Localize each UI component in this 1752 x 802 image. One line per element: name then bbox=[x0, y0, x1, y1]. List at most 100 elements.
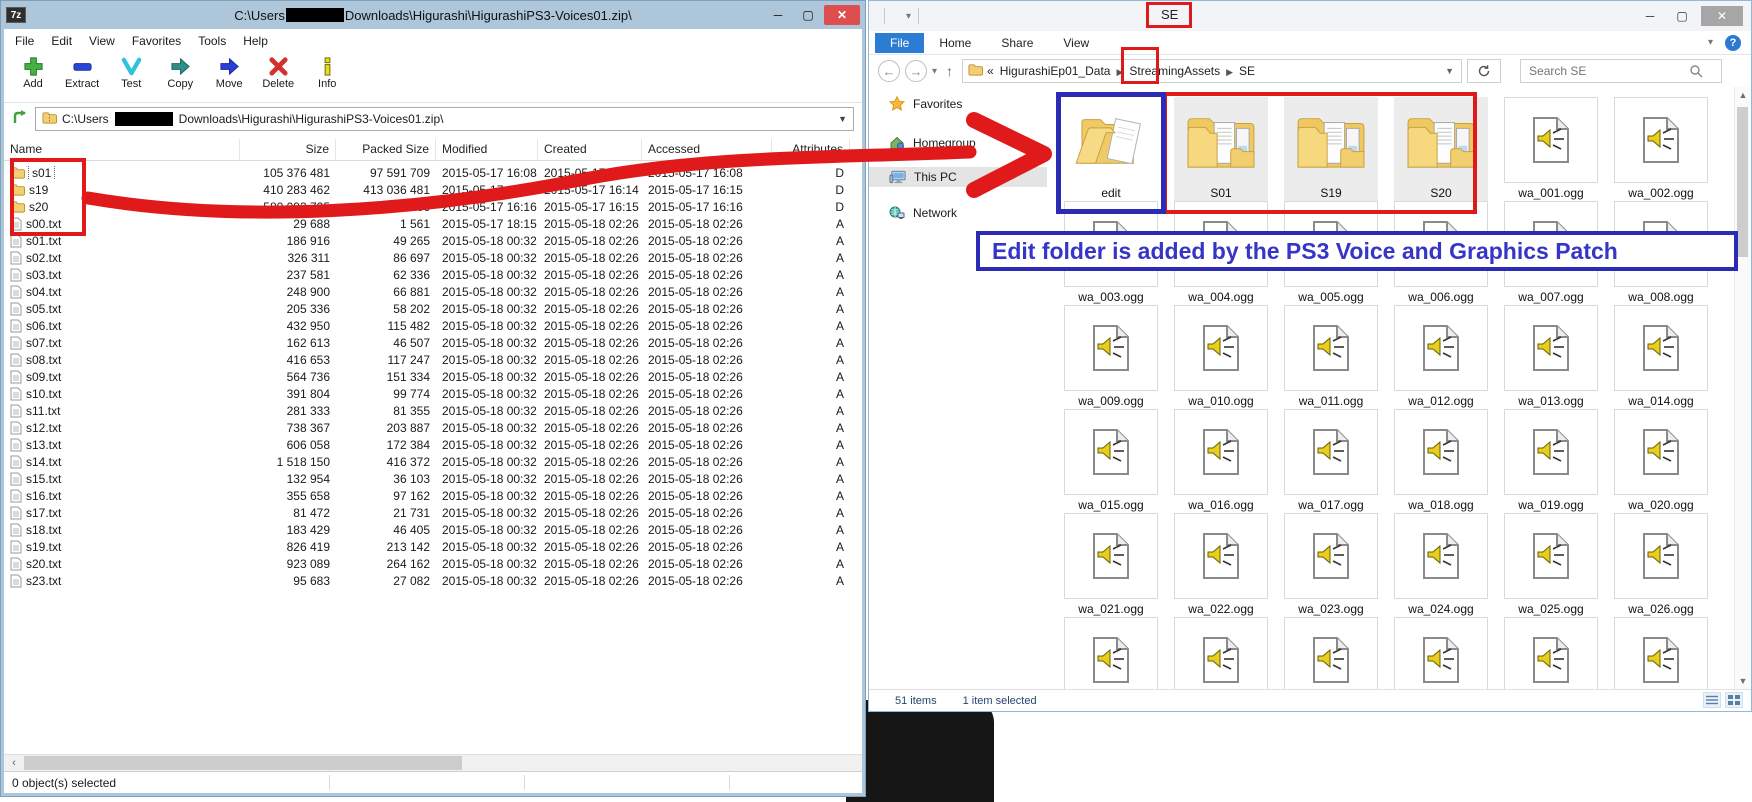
chevron-down-icon[interactable]: ▾ bbox=[906, 11, 911, 22]
help-icon[interactable]: ? bbox=[1725, 35, 1741, 51]
file-tile-wa_009-ogg[interactable]: wa_009.ogg bbox=[1064, 305, 1158, 409]
maximize-button[interactable]: ▢ bbox=[794, 5, 822, 25]
table-row[interactable]: s02.txt326 31186 6972015-05-18 00:322015… bbox=[4, 249, 862, 266]
table-row[interactable]: s20580 093 725543 383 9662015-05-17 16:1… bbox=[4, 198, 862, 215]
ribbon-expand-chevron-icon[interactable]: ▾ bbox=[1708, 37, 1713, 48]
search-box[interactable] bbox=[1520, 59, 1722, 83]
file-tile-wa_014-ogg[interactable]: wa_014.ogg bbox=[1614, 305, 1708, 409]
column-header-accessed[interactable]: Accessed bbox=[642, 139, 772, 160]
file-tile-partial[interactable] bbox=[1504, 617, 1598, 691]
file-tile-wa_013-ogg[interactable]: wa_013.ogg bbox=[1504, 305, 1598, 409]
file-tile-wa_004-ogg[interactable]: wa_004.ogg bbox=[1174, 201, 1268, 305]
file-tile-partial[interactable] bbox=[1284, 617, 1378, 691]
up-button[interactable]: ↑ bbox=[942, 63, 957, 79]
breadcrumb-item-streamingassets[interactable]: StreamingAssets bbox=[1127, 64, 1222, 78]
folder-tile-s20[interactable]: S20 bbox=[1394, 97, 1488, 201]
vertical-scrollbar[interactable]: ▲ ▼ bbox=[1734, 87, 1750, 689]
table-row[interactable]: s09.txt564 736151 3342015-05-18 00:32201… bbox=[4, 368, 862, 385]
menu-help[interactable]: Help bbox=[243, 34, 268, 48]
scrollbar-thumb[interactable] bbox=[1737, 107, 1748, 257]
sidebar-item-homegroup[interactable]: Homegroup bbox=[869, 133, 1047, 153]
table-row[interactable]: s05.txt205 33658 2022015-05-18 00:322015… bbox=[4, 300, 862, 317]
file-tile-wa_008-ogg[interactable]: wa_008.ogg bbox=[1614, 201, 1708, 305]
file-tile-wa_019-ogg[interactable]: wa_019.ogg bbox=[1504, 409, 1598, 513]
table-row[interactable]: s03.txt237 58162 3362015-05-18 00:322015… bbox=[4, 266, 862, 283]
minimize-button[interactable]: ─ bbox=[1637, 6, 1663, 26]
column-header-modified[interactable]: Modified bbox=[436, 139, 538, 160]
file-tile-partial[interactable] bbox=[1394, 617, 1488, 691]
toolbar-delete-button[interactable]: Delete bbox=[261, 56, 295, 90]
table-row[interactable]: s07.txt162 61346 5072015-05-18 00:322015… bbox=[4, 334, 862, 351]
file-tile-wa_011-ogg[interactable]: wa_011.ogg bbox=[1284, 305, 1378, 409]
file-tile-wa_017-ogg[interactable]: wa_017.ogg bbox=[1284, 409, 1378, 513]
sidebar-item-this-pc[interactable]: This PC bbox=[869, 167, 1047, 187]
column-header-attributes[interactable]: Attributes bbox=[772, 139, 850, 160]
table-row[interactable]: s17.txt81 47221 7312015-05-18 00:322015-… bbox=[4, 504, 862, 521]
file-tile-wa_025-ogg[interactable]: wa_025.ogg bbox=[1504, 513, 1598, 617]
file-tile-wa_005-ogg[interactable]: wa_005.ogg bbox=[1284, 201, 1378, 305]
sidebar-item-favorites[interactable]: Favorites bbox=[869, 93, 1047, 114]
tab-home[interactable]: Home bbox=[924, 33, 986, 53]
minimize-button[interactable]: ─ bbox=[764, 5, 792, 25]
back-button[interactable]: ← bbox=[878, 60, 900, 82]
tab-view[interactable]: View bbox=[1048, 33, 1104, 53]
file-tile-wa_002-ogg[interactable]: wa_002.ogg bbox=[1614, 97, 1708, 201]
table-row[interactable]: s10.txt391 80499 7742015-05-18 00:322015… bbox=[4, 385, 862, 402]
toolbar-test-button[interactable]: Test bbox=[114, 56, 148, 90]
thumbnail-view-button[interactable] bbox=[1725, 692, 1743, 708]
table-row[interactable]: s20.txt923 089264 1622015-05-18 00:32201… bbox=[4, 555, 862, 572]
horizontal-scrollbar[interactable]: ‹ bbox=[4, 754, 862, 771]
table-row[interactable]: s00.txt29 6881 5612015-05-17 18:152015-0… bbox=[4, 215, 862, 232]
toolbar-copy-button[interactable]: Copy bbox=[163, 56, 197, 90]
breadcrumb-item-se[interactable]: SE bbox=[1237, 64, 1257, 78]
menu-tools[interactable]: Tools bbox=[198, 34, 226, 48]
toolbar-extract-button[interactable]: Extract bbox=[65, 56, 99, 90]
maximize-button[interactable]: ▢ bbox=[1669, 6, 1695, 26]
menu-file[interactable]: File bbox=[15, 34, 34, 48]
file-tile-wa_021-ogg[interactable]: wa_021.ogg bbox=[1064, 513, 1158, 617]
chevron-down-icon[interactable]: ▼ bbox=[1445, 66, 1456, 76]
file-tile-wa_024-ogg[interactable]: wa_024.ogg bbox=[1394, 513, 1488, 617]
column-header-size[interactable]: Size bbox=[240, 139, 336, 160]
table-row[interactable]: s12.txt738 367203 8872015-05-18 00:32201… bbox=[4, 419, 862, 436]
column-header-created[interactable]: Created bbox=[538, 139, 642, 160]
file-tile-wa_023-ogg[interactable]: wa_023.ogg bbox=[1284, 513, 1378, 617]
column-header-name[interactable]: Name bbox=[4, 139, 240, 160]
tab-share[interactable]: Share bbox=[986, 33, 1048, 53]
tab-file[interactable]: File bbox=[875, 33, 924, 53]
file-tile-wa_020-ogg[interactable]: wa_020.ogg bbox=[1614, 409, 1708, 513]
file-tile-wa_015-ogg[interactable]: wa_015.ogg bbox=[1064, 409, 1158, 513]
toolbar-info-button[interactable]: Info bbox=[310, 56, 344, 90]
table-row[interactable]: s14.txt1 518 150416 3722015-05-18 00:322… bbox=[4, 453, 862, 470]
table-row[interactable]: s01105 376 48197 591 7092015-05-17 16:08… bbox=[4, 164, 862, 181]
menu-view[interactable]: View bbox=[89, 34, 115, 48]
file-tile-wa_010-ogg[interactable]: wa_010.ogg bbox=[1174, 305, 1268, 409]
file-tile-wa_026-ogg[interactable]: wa_026.ogg bbox=[1614, 513, 1708, 617]
column-header-packed-size[interactable]: Packed Size bbox=[336, 139, 436, 160]
file-tile-wa_016-ogg[interactable]: wa_016.ogg bbox=[1174, 409, 1268, 513]
forward-button[interactable]: → bbox=[905, 60, 927, 82]
folder-tile-s01[interactable]: S01 bbox=[1174, 97, 1268, 201]
scroll-up-icon[interactable]: ▲ bbox=[1735, 87, 1751, 103]
file-tile-wa_001-ogg[interactable]: wa_001.ogg bbox=[1504, 97, 1598, 201]
file-tile-wa_018-ogg[interactable]: wa_018.ogg bbox=[1394, 409, 1488, 513]
file-tile-wa_007-ogg[interactable]: wa_007.ogg bbox=[1504, 201, 1598, 305]
file-tile-wa_003-ogg[interactable]: wa_003.ogg bbox=[1064, 201, 1158, 305]
table-row[interactable]: s18.txt183 42946 4052015-05-18 00:322015… bbox=[4, 521, 862, 538]
table-row[interactable]: s15.txt132 95436 1032015-05-18 00:322015… bbox=[4, 470, 862, 487]
chevron-down-icon[interactable]: ▼ bbox=[838, 114, 847, 124]
table-row[interactable]: s13.txt606 058172 3842015-05-18 00:32201… bbox=[4, 436, 862, 453]
file-tile-wa_012-ogg[interactable]: wa_012.ogg bbox=[1394, 305, 1488, 409]
up-level-icon[interactable] bbox=[12, 109, 28, 130]
folder-tile-s19[interactable]: S19 bbox=[1284, 97, 1378, 201]
sevenzip-titlebar[interactable]: 7z C:\UsersDownloads\Higurashi\Higurashi… bbox=[1, 1, 865, 29]
toolbar-move-button[interactable]: Move bbox=[212, 56, 246, 90]
menu-edit[interactable]: Edit bbox=[51, 34, 72, 48]
file-tile-partial[interactable] bbox=[1174, 617, 1268, 691]
address-bar[interactable]: « HigurashiEp01_Data▶StreamingAssets▶SE … bbox=[962, 59, 1462, 83]
menu-favorites[interactable]: Favorites bbox=[132, 34, 181, 48]
file-tile-wa_006-ogg[interactable]: wa_006.ogg bbox=[1394, 201, 1488, 305]
folder-tile-edit[interactable]: edit bbox=[1064, 97, 1158, 201]
history-chevron-icon[interactable]: ▾ bbox=[932, 66, 937, 77]
table-row[interactable]: s23.txt95 68327 0822015-05-18 00:322015-… bbox=[4, 572, 862, 589]
